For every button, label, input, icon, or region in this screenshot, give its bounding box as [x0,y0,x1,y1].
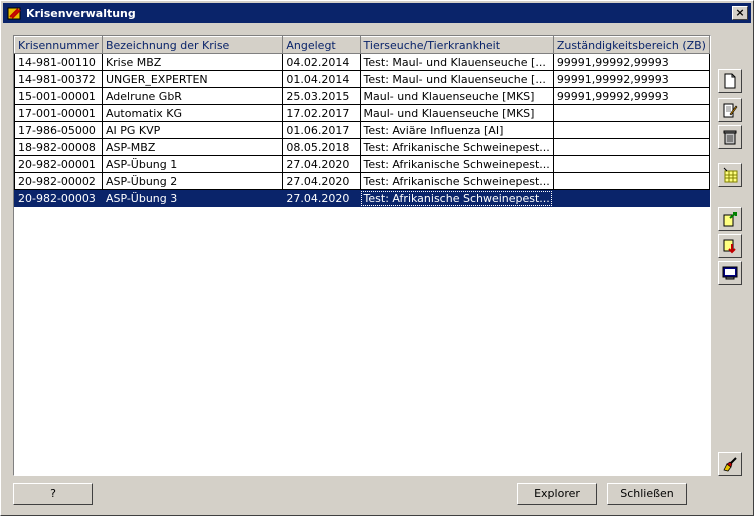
cell-jurisdiction[interactable] [552,155,710,173]
close-icon[interactable]: × [732,6,748,20]
table-row[interactable]: 14-981-00110 Krise MBZ 04.02.2014 Test: Mau… [14,53,710,71]
cell-crisis-name[interactable]: UNGER_EXPERTEN [101,70,284,88]
column-header-disease[interactable]: Tierseuche/Tierkrankheit [359,36,554,54]
column-header-created[interactable]: Angelegt [282,36,361,54]
delete-icon [723,130,737,145]
cell-disease[interactable]: Test: Afrikanische Schweinepest... [359,138,554,156]
cell-crisis-number[interactable]: 20-982-00001 [14,155,103,173]
cell-crisis-name[interactable]: ASP-Übung 1 [101,155,284,173]
cell-crisis-number[interactable]: 20-982-00002 [14,172,103,190]
crisis-table: Krisennummer Bezeichnung der Krise Angel… [14,36,710,207]
cell-jurisdiction[interactable] [552,121,710,139]
cell-crisis-name[interactable]: ASP-MBZ [101,138,284,156]
cell-disease[interactable]: Test: Afrikanische Schweinepest... [359,172,554,190]
table-row[interactable]: 17-001-00001 Automatix KG 17.02.2017 Maul- … [14,104,710,122]
cell-created[interactable]: 08.05.2018 [282,138,361,156]
table-row[interactable]: 17-986-05000 AI PG KVP 01.06.2017 Test: Avi… [14,121,710,139]
title-bar[interactable]: Krisenverwaltung × [3,3,751,23]
cell-created[interactable]: 25.03.2015 [282,87,361,105]
table-row[interactable]: 18-982-00008 ASP-MBZ 08.05.2018 Test: Afrik… [14,138,710,156]
cell-crisis-number[interactable]: 18-982-00008 [14,138,103,156]
cell-jurisdiction[interactable] [552,104,710,122]
export-icon [723,212,737,227]
table-row[interactable]: 15-001-00001 Adelrune GbR 25.03.2015 Maul- … [14,87,710,105]
cell-created[interactable]: 01.04.2014 [282,70,361,88]
cell-crisis-name[interactable]: ASP-Übung 2 [101,172,284,190]
cell-crisis-number[interactable]: 14-981-00372 [14,70,103,88]
window-title: Krisenverwaltung [26,7,136,20]
import-button[interactable] [718,234,742,258]
cell-crisis-number[interactable]: 17-986-05000 [14,121,103,139]
cell-disease[interactable]: Test: Maul- und Klauenseuche [... [359,70,554,88]
cell-disease[interactable]: Test: Aviäre Influenza [AI] [359,121,554,139]
column-header-crisis-name[interactable]: Bezeichnung der Krise [101,36,284,54]
import-icon [723,239,736,254]
cell-created[interactable]: 27.04.2020 [282,172,361,190]
cell-jurisdiction[interactable]: 99991,99992,99993 [552,53,710,71]
cell-jurisdiction[interactable]: 99991,99992,99993 [552,87,710,105]
main-window: Krisenverwaltung × Krisennummer Bezeichn… [0,0,754,516]
display-button[interactable] [718,261,742,285]
help-button[interactable]: ? [13,483,93,505]
app-icon [7,5,23,21]
column-header-jurisdiction[interactable]: Zuständigkeitsbereich (ZB) [552,36,710,54]
cell-created[interactable]: 17.02.2017 [282,104,361,122]
table-row[interactable]: 14-981-00372 UNGER_EXPERTEN 01.04.2014 Test… [14,70,710,88]
cell-created[interactable]: 27.04.2020 [282,155,361,173]
cell-crisis-number[interactable]: 15-001-00001 [14,87,103,105]
cell-disease[interactable]: Maul- und Klauenseuche [MKS] [359,104,554,122]
delete-button[interactable] [718,125,742,149]
cell-created[interactable]: 01.06.2017 [282,121,361,139]
cell-disease[interactable]: Test: Maul- und Klauenseuche [... [359,53,554,71]
export-button[interactable] [718,207,742,231]
cell-crisis-name[interactable]: Adelrune GbR [101,87,284,105]
edit-icon [723,103,738,118]
select-button[interactable] [718,163,742,187]
cell-jurisdiction[interactable] [552,189,710,207]
edit-button[interactable] [718,98,742,122]
cell-jurisdiction[interactable] [552,172,710,190]
monitor-icon [722,266,738,280]
cell-disease[interactable]: Maul- und Klauenseuche [MKS] [359,87,554,105]
cell-created[interactable]: 27.04.2020 [282,189,361,207]
cell-crisis-name[interactable]: ASP-Übung 3 [101,189,284,207]
cell-disease[interactable]: Test: Afrikanische Schweinepest... [359,155,554,173]
cell-crisis-number[interactable]: 17-001-00001 [14,104,103,122]
cell-jurisdiction[interactable]: 99991,99992,99993 [552,70,710,88]
cell-crisis-name[interactable]: Automatix KG [101,104,284,122]
cell-disease[interactable]: Test: Afrikanische Schweinepest... [359,189,554,207]
new-document-icon [724,73,736,89]
table-row[interactable]: 20-982-00003 ASP-Übung 3 27.04.2020 Test: A… [14,189,710,207]
clear-button[interactable] [718,452,742,476]
brush-icon [723,457,737,472]
table-row[interactable]: 20-982-00002 ASP-Übung 2 27.04.2020 Test: A… [14,172,710,190]
table-row[interactable]: 20-982-00001 ASP-Übung 1 27.04.2020 Test: A… [14,155,710,173]
cell-crisis-number[interactable]: 14-981-00110 [14,53,103,71]
new-button[interactable] [718,69,742,93]
crisis-table-container[interactable]: Krisennummer Bezeichnung der Krise Angel… [13,35,711,476]
cell-crisis-name[interactable]: AI PG KVP [101,121,284,139]
grid-select-icon [723,167,738,183]
explorer-button[interactable]: Explorer [517,483,597,505]
cell-jurisdiction[interactable] [552,138,710,156]
column-header-crisis-number[interactable]: Krisennummer [14,36,103,54]
cell-crisis-number[interactable]: 20-982-00003 [14,189,103,207]
cell-created[interactable]: 04.02.2014 [282,53,361,71]
cell-crisis-name[interactable]: Krise MBZ [101,53,284,71]
close-button[interactable]: Schließen [607,483,687,505]
table-header-row: Krisennummer Bezeichnung der Krise Angel… [14,36,710,54]
